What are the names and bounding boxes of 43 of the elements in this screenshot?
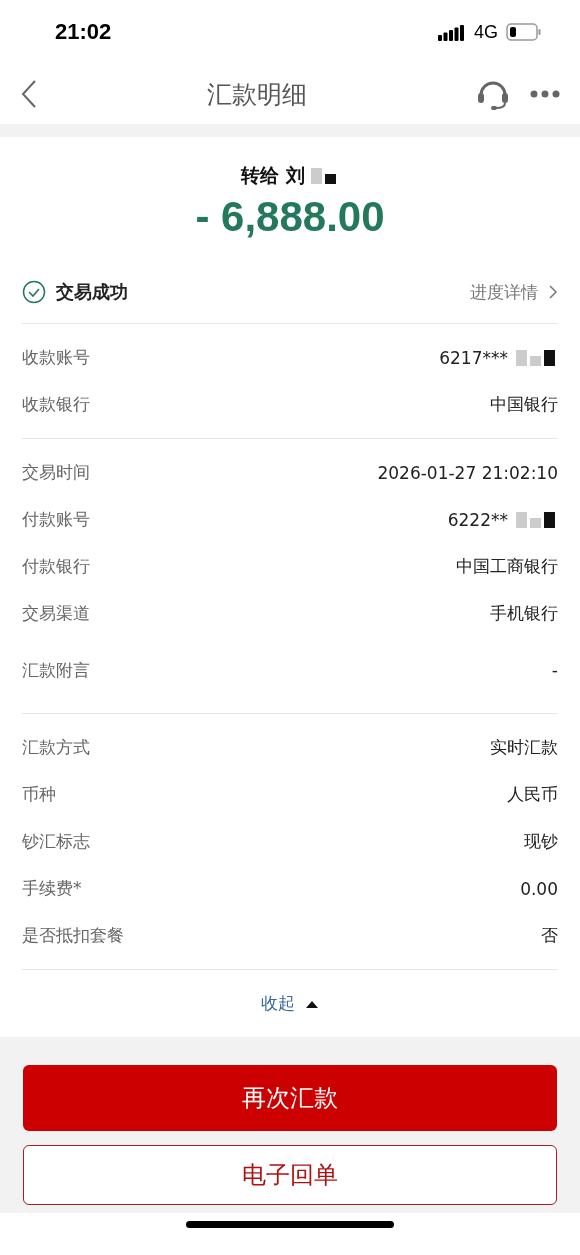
progress-details-link[interactable]: 进度详情 [470,280,558,304]
field-value: - [551,660,558,680]
more-icon[interactable] [530,90,560,98]
field-value: 人民币 [507,783,558,806]
field-label: 付款银行 [22,555,90,578]
redaction-mark [310,168,339,184]
field-value: 否 [541,924,558,947]
check-circle-icon [22,280,46,304]
field-label: 是否抵扣套餐 [22,924,124,947]
remit-again-button[interactable]: 再次汇款 [23,1065,557,1131]
field-label: 付款账号 [22,508,90,531]
field-label: 汇款方式 [22,736,90,759]
field-label: 收款银行 [22,393,90,416]
network-label: 4G [474,21,498,43]
field-value: 现钞 [524,830,558,853]
field-value: 实时汇款 [490,736,558,759]
field-value: 0.00 [520,878,558,899]
field-value: 6217*** [439,347,508,368]
transfer-amount: - 6,888.00 [195,193,385,241]
redaction-mark [516,349,558,366]
field-label: 币种 [22,783,56,806]
field-value: 中国银行 [490,393,558,416]
field-label: 交易时间 [22,461,90,484]
redaction-mark [516,511,558,528]
chevron-right-icon [548,284,558,300]
page-title: 汇款明细 [207,78,307,111]
back-icon[interactable] [20,79,38,109]
field-value: 手机银行 [490,602,558,625]
field-label: 交易渠道 [22,602,90,625]
signal-icon [438,23,466,41]
field-value: 6222** [447,509,508,530]
field-value: 中国工商银行 [456,555,558,578]
transaction-status: 交易成功 [56,280,128,304]
field-label: 汇款附言 [22,658,90,682]
payee-label: 转给 刘 [241,163,305,188]
status-time: 21:02 [55,19,112,45]
field-value: 2026-01-27 21:02:10 [377,462,558,483]
field-label: 钞汇标志 [22,830,90,853]
receipt-button[interactable]: 电子回单 [23,1145,557,1205]
battery-icon [506,23,542,41]
field-label: 收款账号 [22,346,90,369]
collapse-toggle[interactable]: 收起 [261,970,319,1037]
field-label: 手续费* [22,877,82,900]
